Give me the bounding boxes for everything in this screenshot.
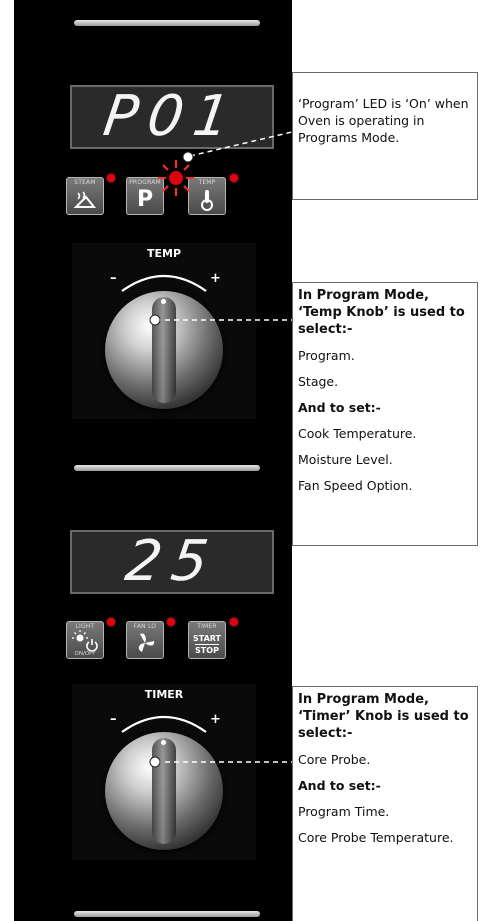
timer-set-item: Program Time.	[298, 804, 390, 819]
timer-callout-heading: In Program Mode, ‘Timer’ Knob is used to…	[298, 692, 469, 741]
temp-set-item: Cook Temperature.	[298, 426, 417, 441]
led-callout-text: ‘Program’ LED is ‘On’ when Oven is opera…	[298, 96, 469, 145]
temp-pointer-dot	[149, 314, 161, 326]
led-pointer-dot	[182, 151, 194, 163]
temp-select-item: Stage.	[298, 374, 339, 389]
temp-callout-heading: In Program Mode, ‘Temp Knob’ is used to …	[298, 288, 465, 337]
temp-callout: In Program Mode, ‘Temp Knob’ is used to …	[292, 282, 478, 546]
led-callout: ‘Program’ LED is ‘On’ when Oven is opera…	[292, 72, 478, 200]
timer-set-item: Core Probe Temperature.	[298, 830, 454, 845]
temp-set-item: Fan Speed Option.	[298, 478, 413, 493]
timer-pointer-dot	[149, 756, 161, 768]
timer-set-heading: And to set:-	[298, 778, 381, 793]
timer-select-item: Core Probe.	[298, 752, 371, 767]
temp-set-heading: And to set:-	[298, 400, 381, 415]
temp-select-item: Program.	[298, 348, 355, 363]
temp-set-item: Moisture Level.	[298, 452, 393, 467]
timer-callout: In Program Mode, ‘Timer’ Knob is used to…	[292, 686, 478, 921]
